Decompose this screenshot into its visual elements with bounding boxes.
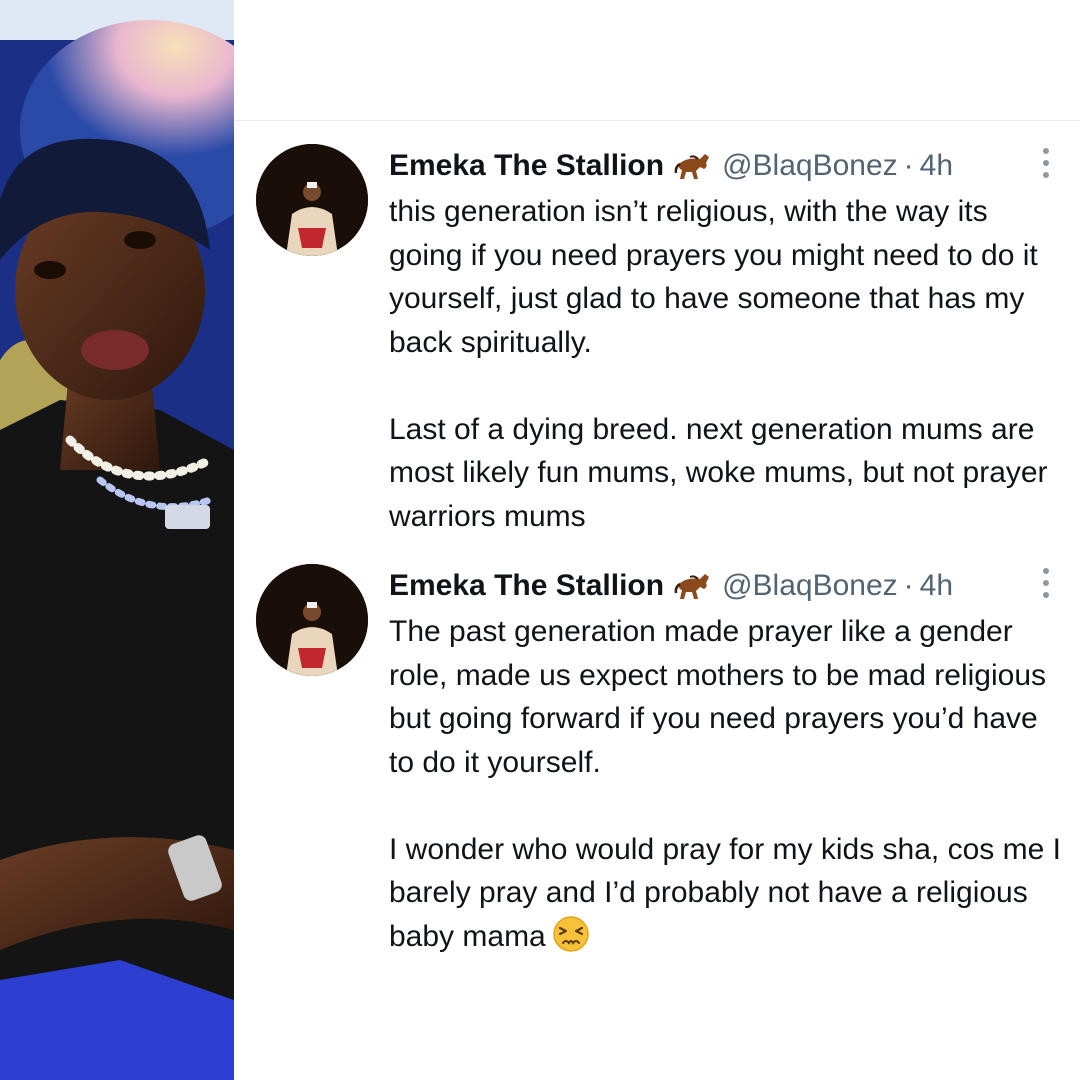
tweet-paragraph: The past generation made prayer like a g… — [389, 615, 1046, 779]
tweet-text: The past generation made prayer like a g… — [389, 610, 1069, 958]
timestamp[interactable]: 4h — [920, 569, 953, 603]
user-handle[interactable]: @BlaqBonez — [722, 149, 898, 183]
avatar-image — [256, 144, 368, 256]
horse-icon — [674, 571, 714, 601]
tweet-paragraph: this generation isn’t religious, with th… — [389, 195, 1038, 359]
avatar-image — [256, 564, 368, 676]
separator: · — [903, 569, 914, 602]
user-handle[interactable]: @BlaqBonez — [722, 569, 898, 603]
more-options-icon[interactable] — [1042, 148, 1050, 178]
display-name[interactable]: Emeka The Stallion — [389, 569, 664, 603]
artist-photo-illustration — [0, 0, 234, 1080]
persevering-face-icon — [552, 915, 590, 953]
more-options-icon[interactable] — [1042, 568, 1050, 598]
tweet-text: this generation isn’t religious, with th… — [389, 190, 1069, 538]
avatar[interactable] — [256, 564, 368, 676]
tweet-paragraph-last: I wonder who would pray for my kids sha,… — [389, 828, 1069, 959]
display-name[interactable]: Emeka The Stallion — [389, 149, 664, 183]
tweet-header: Emeka The Stallion @BlaqBonez · 4h — [389, 144, 953, 188]
artist-photo — [0, 0, 234, 1080]
avatar[interactable] — [256, 144, 368, 256]
separator: · — [903, 149, 914, 182]
tweet-paragraph-text: I wonder who would pray for my kids sha,… — [389, 832, 1061, 953]
tweet-header: Emeka The Stallion @BlaqBonez · 4h — [389, 564, 953, 608]
horse-icon — [674, 151, 714, 181]
divider — [234, 120, 1080, 121]
tweet-paragraph: Last of a dying breed. next generation m… — [389, 412, 1048, 533]
tweet-feed: Emeka The Stallion @BlaqBonez · 4h this … — [234, 0, 1080, 1080]
timestamp[interactable]: 4h — [920, 149, 953, 183]
